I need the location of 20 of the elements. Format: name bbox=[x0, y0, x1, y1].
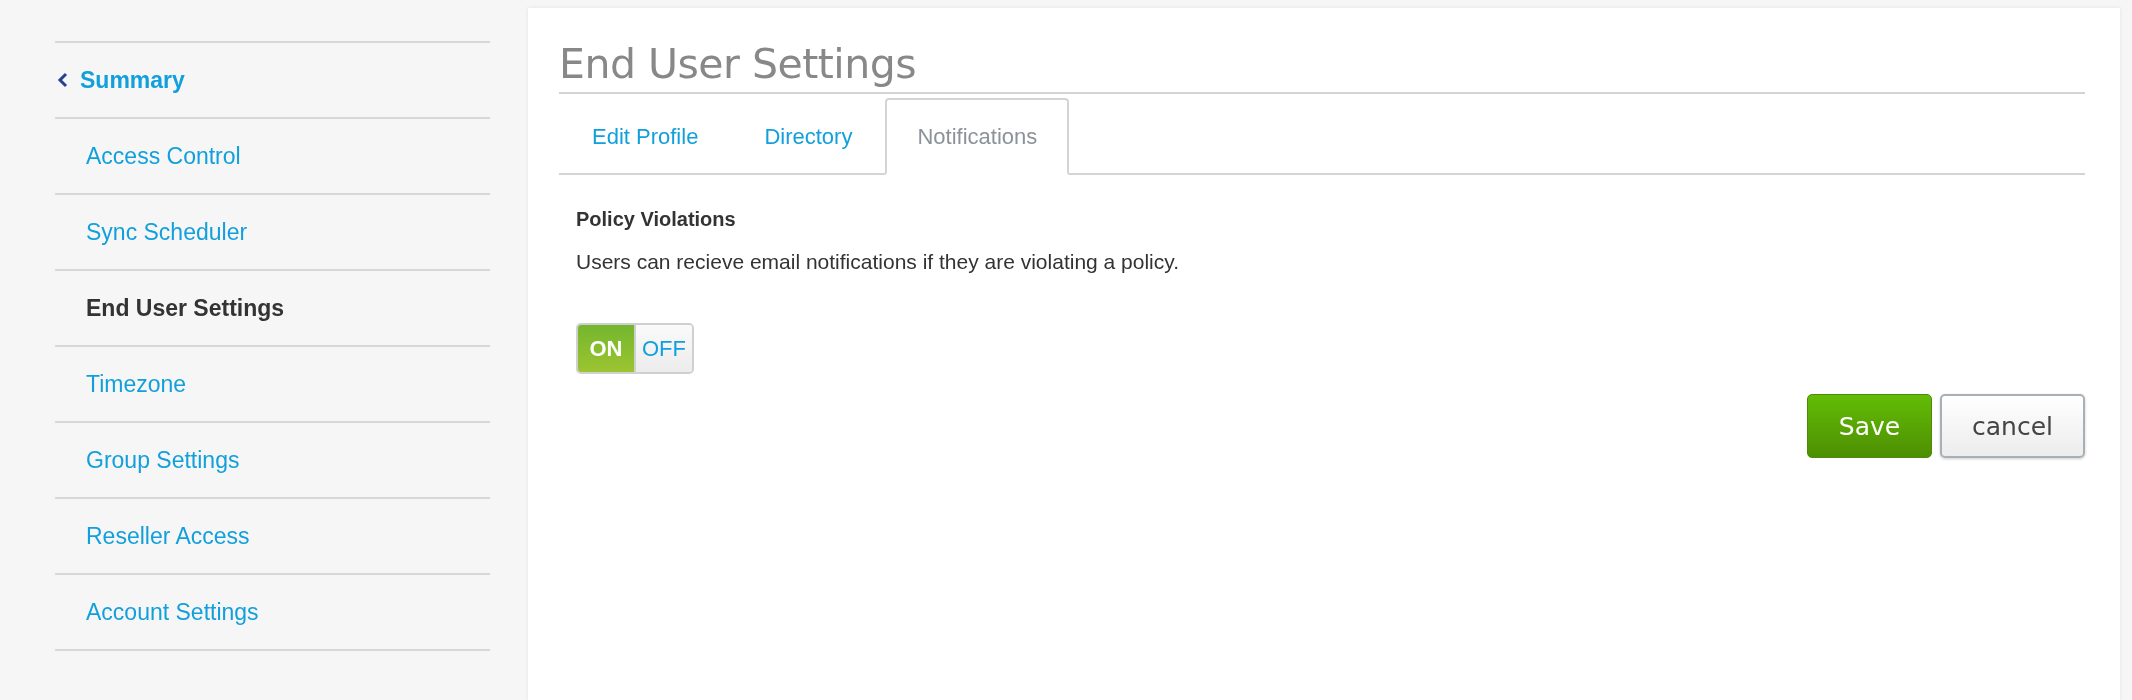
sidebar-item[interactable]: Group Settings bbox=[55, 423, 490, 499]
section-description: Users can recieve email notifications if they are violating a policy. bbox=[576, 250, 1181, 274]
tab[interactable]: Notifications bbox=[885, 98, 1070, 175]
on-off-toggle[interactable]: ON OFF bbox=[576, 323, 694, 374]
cancel-button[interactable]: cancel bbox=[1940, 394, 2085, 458]
sidebar-item[interactable]: Summary bbox=[55, 43, 490, 119]
sidebar-item[interactable]: Sync Scheduler bbox=[55, 195, 490, 271]
sidebar-item[interactable]: Reseller Access bbox=[55, 499, 490, 575]
chevron-left-icon bbox=[57, 72, 68, 88]
section-heading: Policy Violations bbox=[576, 208, 737, 231]
sidebar-item[interactable]: Timezone bbox=[55, 347, 490, 423]
sidebar-item[interactable]: Access Control bbox=[55, 119, 490, 195]
tab[interactable]: Edit Profile bbox=[559, 98, 732, 175]
sidebar-item[interactable]: Account Settings bbox=[55, 575, 490, 651]
page-title: End User Settings bbox=[559, 40, 2085, 94]
save-button[interactable]: Save bbox=[1807, 394, 1932, 458]
toggle-off-label: OFF bbox=[634, 325, 692, 372]
sidebar-item[interactable]: End User Settings bbox=[55, 271, 490, 347]
toggle-on-label: ON bbox=[578, 325, 634, 372]
tab[interactable]: Directory bbox=[731, 98, 886, 175]
